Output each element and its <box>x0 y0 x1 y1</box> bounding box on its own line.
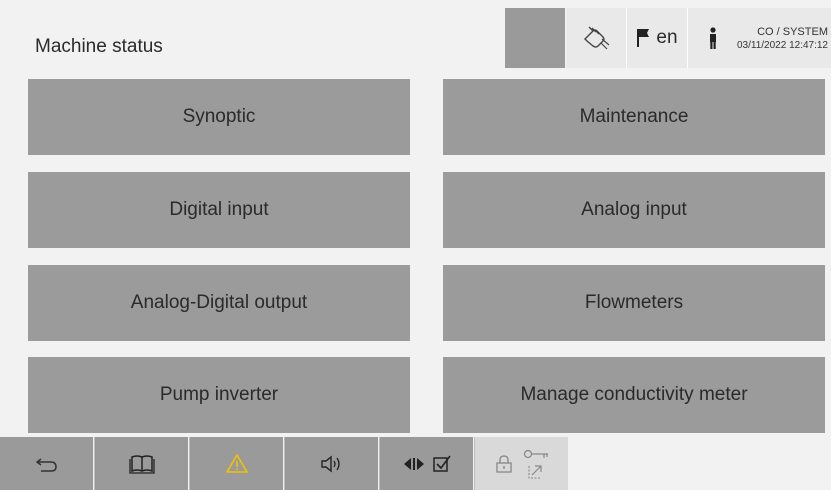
flowmeters-button[interactable]: Flowmeters <box>443 265 825 341</box>
header-blank-panel <box>505 8 565 68</box>
run-check-button[interactable] <box>380 437 473 490</box>
pump-inverter-button[interactable]: Pump inverter <box>28 357 410 433</box>
lock-icon <box>495 454 513 474</box>
hand-touch-button[interactable] <box>566 8 626 68</box>
user-details: CO / SYSTEM 03/11/2022 12:47:12 <box>728 26 828 51</box>
datetime-display: 03/11/2022 12:47:12 <box>736 39 828 51</box>
language-code: en <box>656 27 678 48</box>
conductivity-meter-button[interactable]: Manage conductivity meter <box>443 357 825 433</box>
maintenance-button[interactable]: Maintenance <box>443 79 825 155</box>
alarms-button[interactable] <box>190 437 283 490</box>
back-button[interactable] <box>0 437 93 490</box>
sound-button[interactable] <box>285 437 378 490</box>
back-icon <box>35 455 58 473</box>
access-button[interactable] <box>475 437 568 490</box>
user-info-button[interactable]: CO / SYSTEM 03/11/2022 12:47:12 <box>688 8 831 68</box>
speaker-icon <box>320 454 344 474</box>
language-button[interactable]: en <box>627 8 687 68</box>
analog-digital-output-button[interactable]: Analog-Digital output <box>28 265 410 341</box>
play-pause-icon <box>403 456 425 472</box>
warning-icon <box>225 453 249 474</box>
hand-touch-icon <box>581 25 611 51</box>
analog-input-button[interactable]: Analog input <box>443 172 825 248</box>
flag-icon <box>636 28 650 48</box>
export-icon <box>527 463 544 479</box>
user-icon <box>708 27 718 49</box>
page-title: Machine status <box>35 36 163 57</box>
digital-input-button[interactable]: Digital input <box>28 172 410 248</box>
synoptic-button[interactable]: Synoptic <box>28 79 410 155</box>
manual-book-icon <box>128 454 155 474</box>
user-role: CO / SYSTEM <box>757 25 828 38</box>
manual-button[interactable] <box>95 437 188 490</box>
checkbox-icon <box>432 455 451 473</box>
key-icon <box>523 449 549 459</box>
